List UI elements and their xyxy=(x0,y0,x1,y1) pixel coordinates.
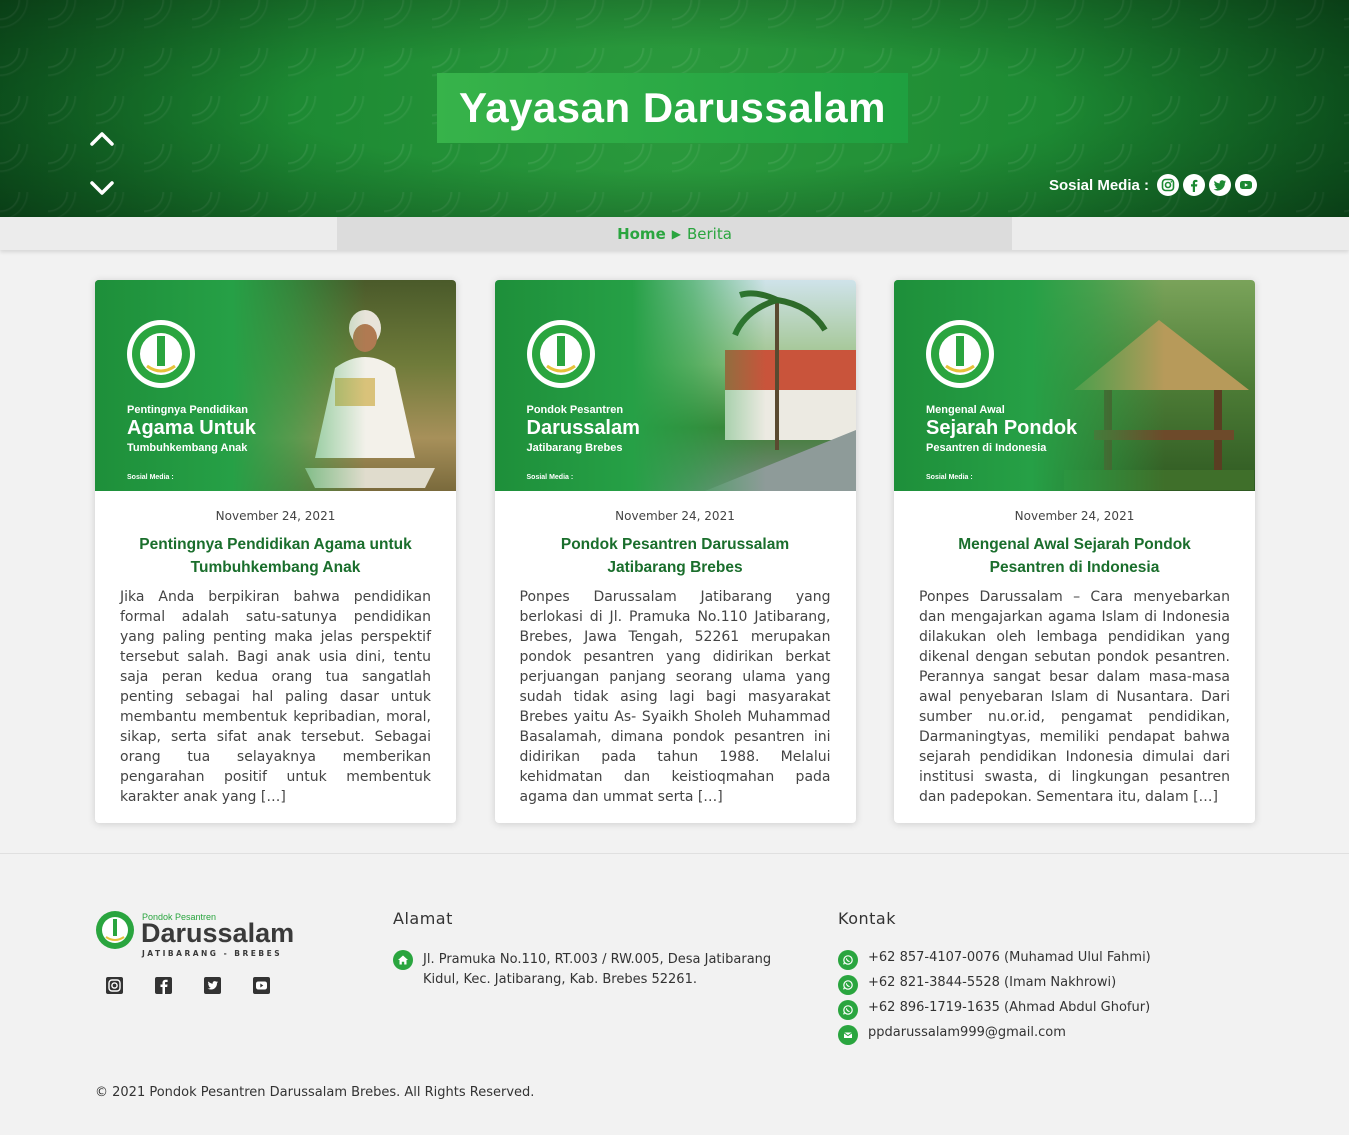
post-card[interactable]: Pondok Pesantren Darussalam Jatibarang B… xyxy=(494,280,856,823)
thumb-text-line3: Tumbuhkembang Anak xyxy=(127,442,248,454)
youtube-icon[interactable] xyxy=(252,976,271,995)
email-icon xyxy=(838,1025,858,1045)
post-excerpt: Ponpes Darussalam – Cara menyebarkan dan… xyxy=(919,589,1230,805)
instagram-icon[interactable] xyxy=(1157,174,1179,196)
twitter-icon[interactable] xyxy=(1209,174,1231,196)
post-title[interactable]: Pentingnya Pendidikan Agama untuk Tumbuh… xyxy=(123,533,428,579)
thumb-social-text: Sosial Media : xyxy=(127,474,174,481)
post-date: November 24, 2021 xyxy=(215,509,336,523)
pesantren-logo xyxy=(127,320,195,388)
breadcrumb-bar: Home ▶ Berita xyxy=(0,217,1349,250)
breadcrumb: Home ▶ Berita xyxy=(337,217,1012,250)
thumb-text-line1: Pondok Pesantren xyxy=(526,404,624,416)
post-card[interactable]: Mengenal Awal Sejarah Pondok Pesantren d… xyxy=(894,280,1255,823)
breadcrumb-current: Berita xyxy=(686,224,732,243)
post-excerpt: Jika Anda berpikiran bahwa pendidikan fo… xyxy=(120,589,431,805)
hero-banner: Yayasan Darussalam Sosial Media : xyxy=(0,0,1349,217)
address-text: Jl. Pramuka No.110, RT.003 / RW.005, Des… xyxy=(423,952,772,987)
copyright: © 2021 Pondok Pesantren Darussalam Brebe… xyxy=(95,1085,535,1100)
contact-phone-2[interactable]: +62 821-3844-5528 (Imam Nakhrowi) xyxy=(868,975,1116,990)
thumb-text-line2: Sejarah Pondok xyxy=(926,417,1078,439)
thumb-text-line3: Pesantren di Indonesia xyxy=(926,442,1047,454)
footer-logo-sub: JATIBARANG - BREBES xyxy=(142,949,283,958)
post-title[interactable]: Pondok Pesantren Darussalam Jatibarang B… xyxy=(523,533,828,579)
footer-logo[interactable]: Pondok Pesantren Darussalam JATIBARANG -… xyxy=(95,909,294,958)
contact-email[interactable]: ppdarussalam999@gmail.com xyxy=(868,1025,1066,1040)
facebook-icon[interactable] xyxy=(154,976,173,995)
whatsapp-icon xyxy=(838,1000,858,1020)
address-heading: Alamat xyxy=(393,909,453,928)
contact-heading: Kontak xyxy=(838,909,896,928)
post-date: November 24, 2021 xyxy=(1014,509,1135,523)
whatsapp-icon xyxy=(838,950,858,970)
contact-phone-1[interactable]: +62 857-4107-0076 (Muhamad Ulul Fahmi) xyxy=(868,950,1151,965)
address-row: Jl. Pramuka No.110, RT.003 / RW.005, Des… xyxy=(393,950,793,990)
post-excerpt: Ponpes Darussalam Jatibarang yang berlok… xyxy=(519,589,831,805)
pesantren-logo-icon xyxy=(96,911,134,949)
post-list: Pentingnya Pendidikan Agama Untuk Tumbuh… xyxy=(95,280,1255,823)
post-thumbnail[interactable]: Mengenal Awal Sejarah Pondok Pesantren d… xyxy=(894,280,1255,491)
thumb-text-line2: Agama Untuk xyxy=(127,417,256,439)
site-title: Yayasan Darussalam xyxy=(459,84,886,131)
chevron-up-icon[interactable] xyxy=(88,125,116,153)
breadcrumb-home-link[interactable]: Home xyxy=(617,225,666,243)
footer-logo-big: Darussalam xyxy=(141,918,295,948)
thumb-social-text: Sosial Media : xyxy=(526,474,574,481)
contact-phone-3[interactable]: +62 896-1719-1635 (Ahmad Abdul Ghofur) xyxy=(868,1000,1150,1015)
breadcrumb-separator: ▶ xyxy=(671,226,681,241)
chevron-down-icon[interactable] xyxy=(88,174,116,202)
site-title-box: Yayasan Darussalam xyxy=(437,73,908,143)
thumb-text-line2: Darussalam xyxy=(526,417,640,439)
post-title[interactable]: Mengenal Awal Sejarah Pondok Pesantren d… xyxy=(922,533,1227,579)
footer: Pondok Pesantren Darussalam JATIBARANG -… xyxy=(0,853,1349,1135)
pesantren-logo xyxy=(926,320,994,388)
contact-row[interactable]: +62 857-4107-0076 (Muhamad Ulul Fahmi) xyxy=(838,950,1151,970)
contact-row[interactable]: +62 896-1719-1635 (Ahmad Abdul Ghofur) xyxy=(838,1000,1150,1020)
hero-social: Sosial Media : xyxy=(1049,174,1257,196)
instagram-icon[interactable] xyxy=(105,976,124,995)
whatsapp-icon xyxy=(838,975,858,995)
social-label: Sosial Media : xyxy=(1048,176,1149,194)
facebook-icon[interactable] xyxy=(1183,174,1205,196)
thumb-text-line3: Jatibarang Brebes xyxy=(526,442,623,454)
footer-social xyxy=(105,976,271,995)
youtube-icon[interactable] xyxy=(1235,174,1257,196)
twitter-icon[interactable] xyxy=(203,976,222,995)
post-thumbnail[interactable]: Pondok Pesantren Darussalam Jatibarang B… xyxy=(494,280,856,491)
thumb-social-text: Sosial Media : xyxy=(926,474,973,481)
pesantren-logo xyxy=(526,320,595,388)
post-date: November 24, 2021 xyxy=(615,509,735,523)
contact-row[interactable]: +62 821-3844-5528 (Imam Nakhrowi) xyxy=(838,975,1116,995)
home-icon xyxy=(393,950,413,970)
thumb-text-line1: Pentingnya Pendidikan xyxy=(127,404,249,416)
contact-row[interactable]: ppdarussalam999@gmail.com xyxy=(838,1025,1066,1045)
post-thumbnail[interactable]: Pentingnya Pendidikan Agama Untuk Tumbuh… xyxy=(95,280,456,491)
thumb-text-line1: Mengenal Awal xyxy=(926,404,1005,416)
post-card[interactable]: Pentingnya Pendidikan Agama Untuk Tumbuh… xyxy=(95,280,456,823)
